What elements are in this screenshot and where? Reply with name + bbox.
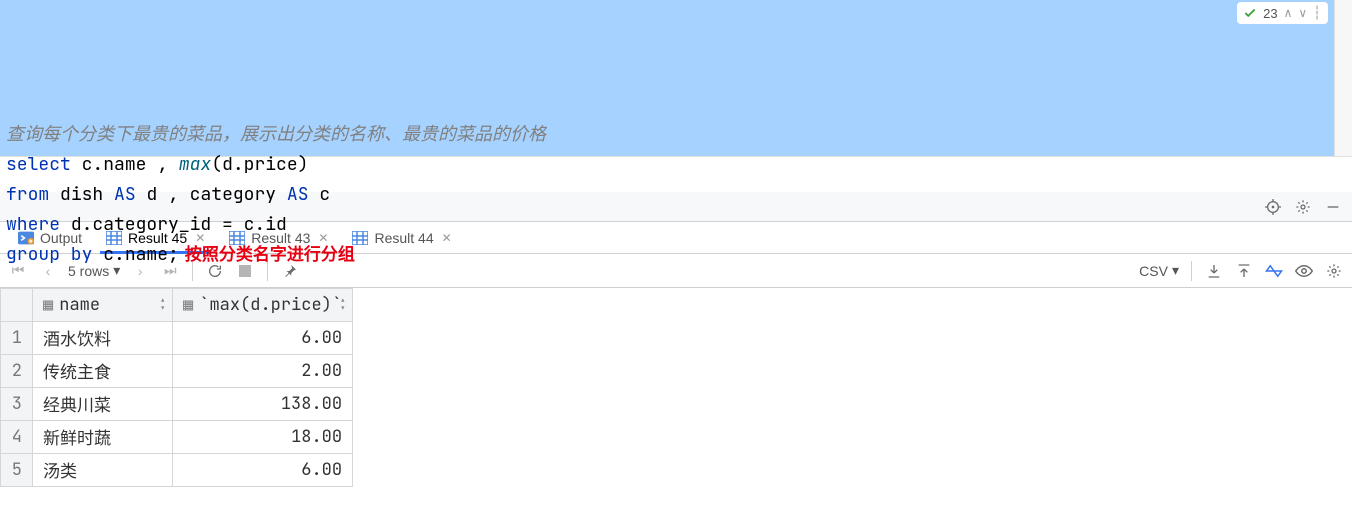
cell-price[interactable]: 2.00 — [173, 355, 353, 388]
cell-name[interactable]: 传统主食 — [33, 355, 173, 388]
row-number: 3 — [1, 388, 33, 421]
kw-from: from — [6, 183, 49, 206]
table-row[interactable]: 3经典川菜138.00 — [1, 388, 353, 421]
prev-problem-icon[interactable]: ∧ — [1284, 6, 1293, 20]
table-row[interactable]: 4新鲜时蔬18.00 — [1, 421, 353, 454]
row-number: 2 — [1, 355, 33, 388]
result-table: ▦name ▴▾ ▦`max(d.price)` ▴▾ 1酒水饮料6.002传统… — [0, 288, 353, 487]
sort-icon[interactable]: ▴▾ — [339, 297, 346, 313]
column-icon: ▦ — [43, 294, 53, 316]
column-header-maxprice[interactable]: ▦ `max(d.price)` ▴▾ — [173, 289, 353, 322]
sql-editor[interactable]: 查询每个分类下最贵的菜品，展示出分类的名称、最贵的菜品的价格 select c.… — [0, 0, 1352, 156]
inline-annotation: 按照分类名字进行分组 — [185, 245, 355, 264]
fn-max: max — [179, 153, 211, 176]
column-label: `max(d.price)` — [199, 294, 342, 316]
cell-price[interactable]: 138.00 — [173, 388, 353, 421]
inspection-badge[interactable]: 23 ∧ ∨ ┆ — [1237, 2, 1328, 24]
cell-price[interactable]: 6.00 — [173, 454, 353, 487]
column-icon: ▦ — [183, 294, 193, 316]
check-icon — [1243, 6, 1257, 20]
problem-count: 23 — [1263, 6, 1277, 21]
sql-code: 查询每个分类下最贵的菜品，展示出分类的名称、最贵的菜品的价格 select c.… — [6, 90, 1346, 270]
table-row[interactable]: 5汤类6.00 — [1, 454, 353, 487]
table-row[interactable]: 2传统主食2.00 — [1, 355, 353, 388]
column-header-name[interactable]: ▦ name ▴▾ — [33, 289, 173, 322]
more-icon[interactable]: ┆ — [1313, 5, 1322, 21]
sort-icon[interactable]: ▴▾ — [159, 297, 166, 313]
cell-price[interactable]: 18.00 — [173, 421, 353, 454]
cell-name[interactable]: 新鲜时蔬 — [33, 421, 173, 454]
row-number: 4 — [1, 421, 33, 454]
column-label: name — [59, 294, 100, 316]
sql-editor-pane: 查询每个分类下最贵的菜品，展示出分类的名称、最贵的菜品的价格 select c.… — [0, 0, 1352, 192]
sql-comment: 查询每个分类下最贵的菜品，展示出分类的名称、最贵的菜品的价格 — [6, 123, 546, 146]
kw-groupby: group by — [6, 243, 92, 266]
next-problem-icon[interactable]: ∨ — [1298, 6, 1307, 20]
row-number: 5 — [1, 454, 33, 487]
kw-where: where — [6, 213, 60, 236]
cell-name[interactable]: 经典川菜 — [33, 388, 173, 421]
ident: c.name — [82, 153, 147, 176]
cell-name[interactable]: 汤类 — [33, 454, 173, 487]
kw-select: select — [6, 153, 71, 176]
